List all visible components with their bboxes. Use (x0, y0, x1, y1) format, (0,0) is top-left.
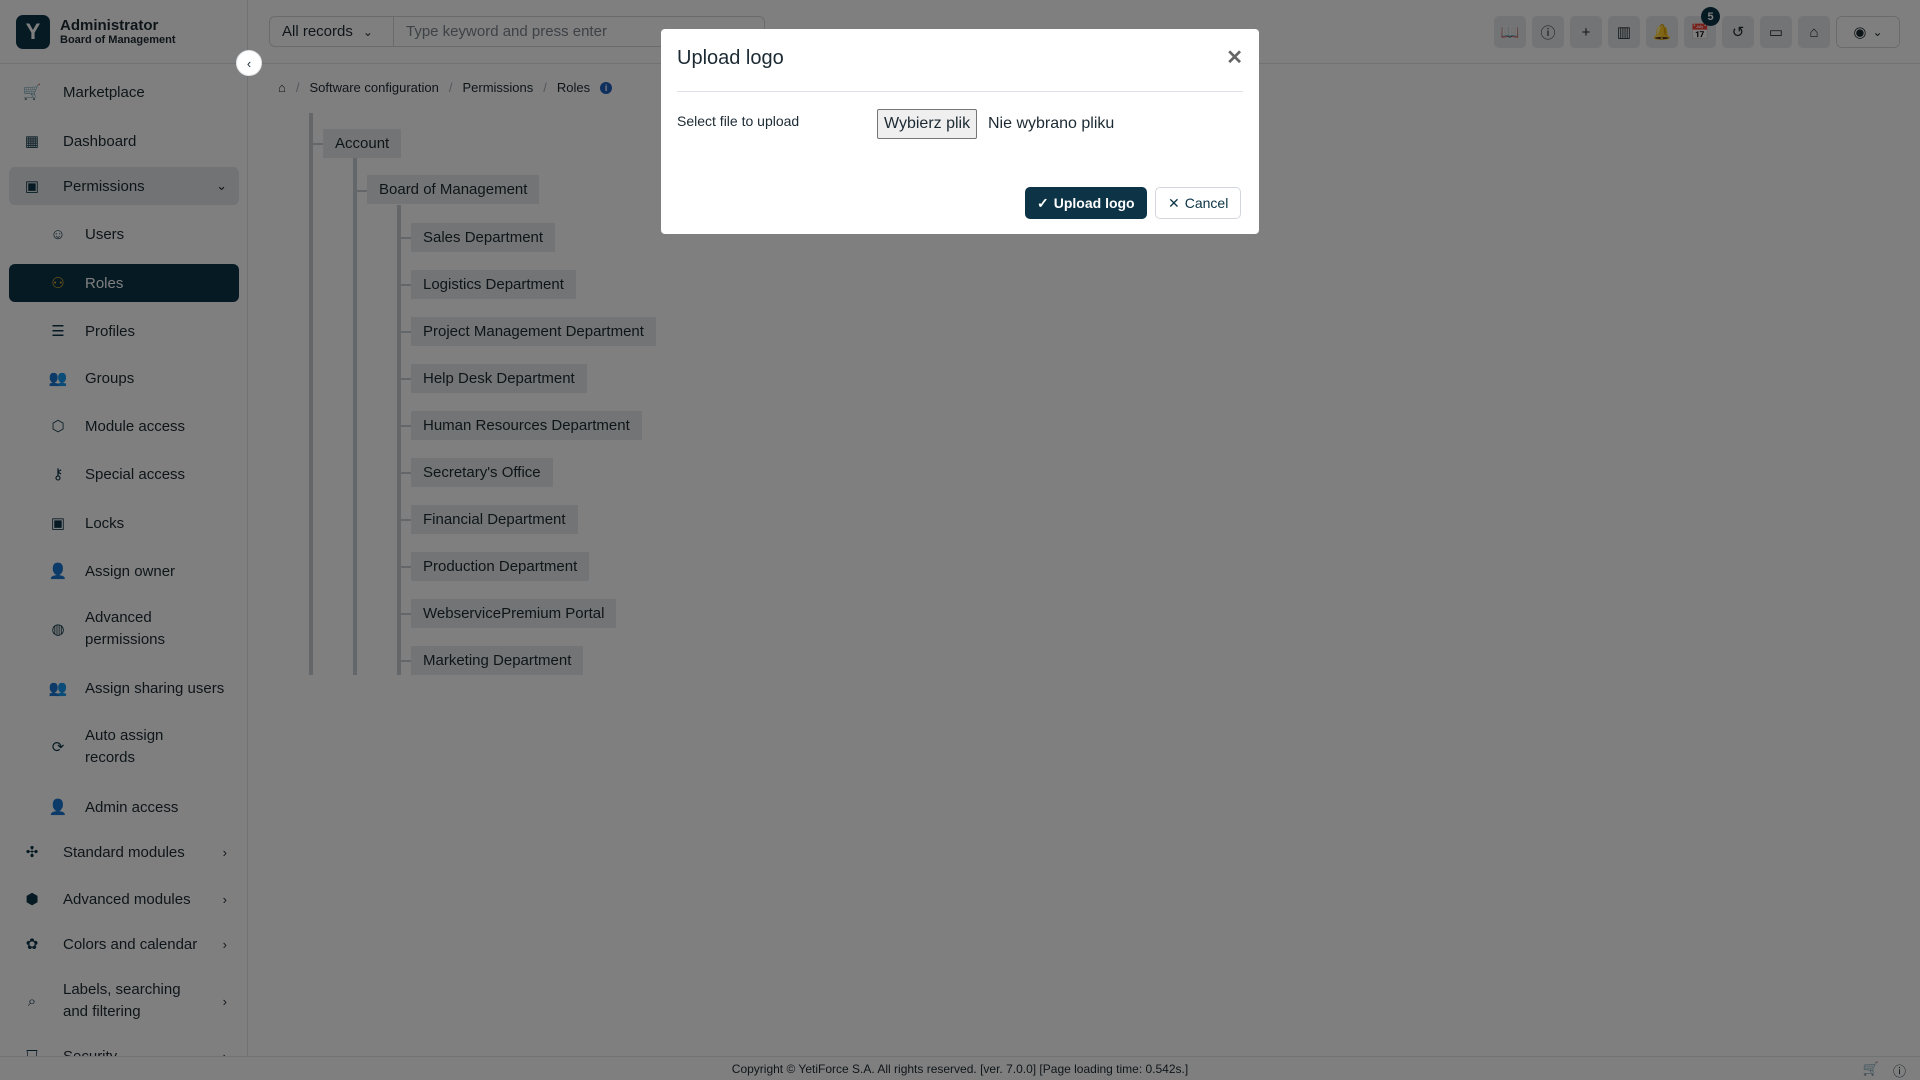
modal-title: Upload logo (677, 47, 784, 69)
divider (677, 91, 1243, 92)
check-icon: ✓ (1037, 194, 1049, 211)
choose-file-button[interactable]: Wybierz plik (877, 109, 978, 139)
upload-logo-modal: Upload logo ✕ Select file to upload Wybi… (661, 29, 1259, 234)
cancel-button[interactable]: ✕ Cancel (1155, 187, 1242, 219)
collapse-sidebar-button[interactable]: ‹ (236, 50, 262, 76)
file-status: Nie wybrano pliku (988, 115, 1115, 132)
close-icon[interactable]: ✕ (1226, 45, 1243, 70)
close-icon: ✕ (1168, 194, 1180, 211)
upload-logo-button[interactable]: ✓ Upload logo (1025, 187, 1147, 219)
chevron-left-icon: ‹ (246, 55, 252, 71)
file-label: Select file to upload (677, 113, 800, 129)
